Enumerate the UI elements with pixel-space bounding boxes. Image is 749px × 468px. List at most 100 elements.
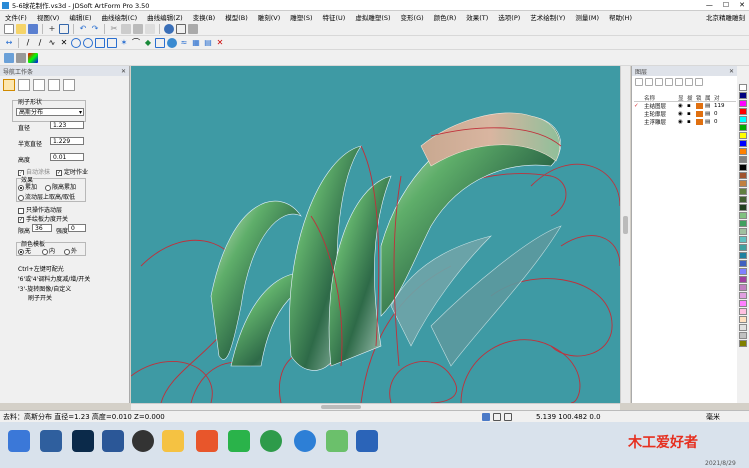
- 3d-viewport[interactable]: [131, 66, 620, 403]
- layer-merge-icon[interactable]: [675, 78, 683, 86]
- layer-visible-icon[interactable]: ◉: [678, 119, 687, 125]
- curve-icon[interactable]: ∿: [47, 38, 57, 48]
- layer-color-swatch[interactable]: [696, 103, 703, 109]
- color-view-icon[interactable]: [28, 52, 38, 63]
- layer-pattern-icon[interactable]: ▤: [705, 111, 714, 117]
- layer-panel-close-icon[interactable]: ✕: [729, 68, 734, 75]
- color-swatch[interactable]: [739, 172, 747, 179]
- height-field[interactable]: 0.01: [50, 153, 84, 161]
- effect-accumulate-radio[interactable]: 累加: [18, 182, 37, 191]
- pressure-checkbox[interactable]: ✓ 手绘板力度开关: [18, 214, 68, 223]
- layer-color-swatch[interactable]: [696, 119, 703, 125]
- color-swatch[interactable]: [739, 276, 747, 283]
- camera-icon[interactable]: [196, 430, 218, 452]
- polygon-icon[interactable]: [107, 37, 117, 48]
- word-icon[interactable]: [102, 430, 124, 452]
- arc-icon[interactable]: ⌒: [131, 38, 141, 48]
- menu-item[interactable]: 艺术绘制(Y): [525, 12, 570, 22]
- color-swatch[interactable]: [739, 92, 747, 99]
- grid-snap-icon[interactable]: [493, 412, 501, 421]
- menu-item[interactable]: 效果(T): [461, 12, 493, 22]
- diameter-field[interactable]: 1.23: [50, 121, 84, 129]
- sculpt-tab[interactable]: [18, 79, 30, 91]
- effect-flow-radio[interactable]: 流动层上取高/取低: [18, 192, 75, 201]
- color-swatch[interactable]: [739, 148, 747, 155]
- leaf-app-icon[interactable]: [326, 430, 348, 452]
- color-swatch[interactable]: [739, 244, 747, 251]
- color-inner-radio[interactable]: 内: [42, 246, 55, 255]
- plus-icon[interactable]: +: [47, 24, 57, 34]
- color-swatch[interactable]: [739, 324, 747, 331]
- half-diameter-field[interactable]: 1.229: [50, 137, 84, 145]
- polyline-icon[interactable]: ∕: [35, 38, 45, 48]
- layer-down-icon[interactable]: [665, 78, 673, 86]
- layer-copy-icon[interactable]: [685, 78, 693, 86]
- color-swatch[interactable]: [739, 212, 747, 219]
- ellipse-icon[interactable]: [83, 37, 93, 48]
- color-swatch[interactable]: [739, 156, 747, 163]
- layer-pattern-icon[interactable]: ▤: [705, 119, 714, 125]
- start-icon[interactable]: [8, 430, 30, 452]
- grid-icon[interactable]: [155, 37, 165, 48]
- save-icon[interactable]: [28, 23, 38, 34]
- photoshop-icon[interactable]: [72, 430, 94, 452]
- color-swatch[interactable]: [739, 220, 747, 227]
- effect-limit-radio[interactable]: 限高累加: [45, 182, 76, 191]
- horizontal-scroll-thumb[interactable]: [321, 405, 361, 409]
- sphere-icon[interactable]: [167, 37, 177, 48]
- undo-icon[interactable]: ↶: [78, 24, 88, 34]
- line-icon[interactable]: /: [23, 38, 33, 48]
- color-swatch[interactable]: [739, 84, 747, 91]
- color-swatch[interactable]: [739, 228, 747, 235]
- color-swatch[interactable]: [739, 140, 747, 147]
- layer-new-icon[interactable]: [635, 78, 643, 86]
- mesh-icon[interactable]: ▦: [191, 38, 201, 48]
- only-edit-checkbox[interactable]: 只操作选动层: [18, 205, 62, 214]
- menu-item[interactable]: 虚拟雕塑(S): [350, 12, 395, 22]
- menu-item[interactable]: 曲线绘制(C): [97, 12, 143, 22]
- bucket-icon[interactable]: [188, 23, 198, 34]
- media-icon[interactable]: [132, 430, 154, 452]
- brush-tab[interactable]: [3, 79, 15, 91]
- vertical-scrollbar[interactable]: [620, 66, 630, 403]
- color-swatch[interactable]: [739, 196, 747, 203]
- menu-item[interactable]: 变换(B): [188, 12, 221, 22]
- view-3d-icon[interactable]: [4, 52, 14, 63]
- layer-delete-icon[interactable]: [645, 78, 653, 86]
- circle-icon[interactable]: [71, 37, 81, 48]
- rect-icon[interactable]: [95, 37, 105, 48]
- horizontal-scrollbar[interactable]: [131, 403, 620, 410]
- app-taskbar-icon[interactable]: [40, 430, 62, 452]
- view-flat-icon[interactable]: [16, 52, 26, 63]
- color-swatch[interactable]: [739, 188, 747, 195]
- move-icon[interactable]: ↔: [4, 38, 14, 48]
- menu-item[interactable]: 雕刻(V): [253, 12, 286, 22]
- menu-item[interactable]: 特征(U): [317, 12, 350, 22]
- globe-icon[interactable]: [164, 23, 174, 34]
- color-swatch[interactable]: [739, 284, 747, 291]
- color-outer-radio[interactable]: 外: [64, 246, 77, 255]
- color-swatch[interactable]: [739, 204, 747, 211]
- color-swatch[interactable]: [739, 124, 747, 131]
- color-none-radio[interactable]: 无: [18, 246, 31, 255]
- node-icon[interactable]: ◆: [143, 38, 153, 48]
- layer-up-icon[interactable]: [655, 78, 663, 86]
- folder-icon[interactable]: [162, 430, 184, 452]
- browser-icon[interactable]: [260, 430, 282, 452]
- color-swatch[interactable]: [739, 308, 747, 315]
- menu-item[interactable]: 曲线编辑(Z): [142, 12, 188, 22]
- color-swatch[interactable]: [739, 108, 747, 115]
- cut-icon[interactable]: ✂: [109, 24, 119, 34]
- layer-lock-icon[interactable]: ▪: [687, 111, 696, 117]
- ortho-icon[interactable]: [504, 412, 512, 421]
- color-swatch[interactable]: [739, 292, 747, 299]
- vertical-scroll-thumb[interactable]: [623, 216, 628, 234]
- minimize-button[interactable]: —: [706, 1, 713, 9]
- menu-item[interactable]: 编辑(E): [64, 12, 96, 22]
- layer-row[interactable]: 主轮廓层 ◉ ▪ ▤ 0: [634, 110, 736, 118]
- open-file-icon[interactable]: [16, 23, 26, 34]
- layer-tab[interactable]: [48, 79, 60, 91]
- strength-field[interactable]: 0: [68, 224, 86, 232]
- delete-icon[interactable]: [145, 23, 155, 34]
- color-swatch[interactable]: [739, 260, 747, 267]
